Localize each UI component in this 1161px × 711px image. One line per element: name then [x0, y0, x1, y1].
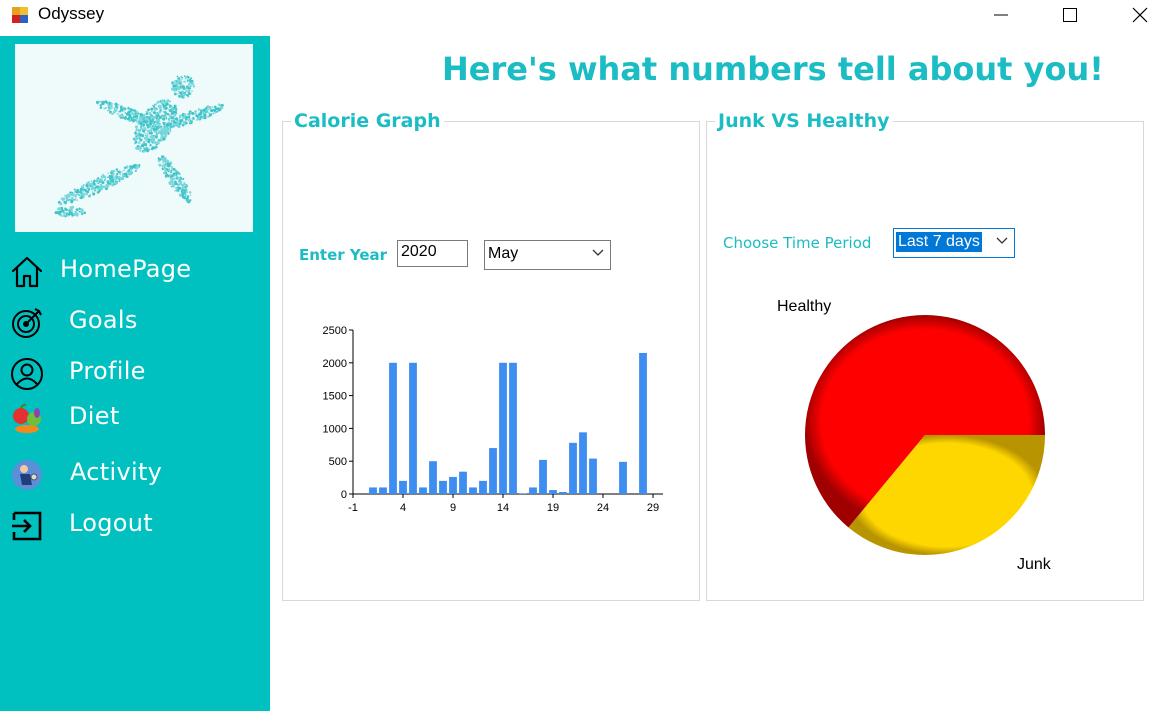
maximize-button[interactable] — [1047, 0, 1093, 30]
bar — [399, 480, 407, 494]
bar — [479, 480, 487, 494]
x-tick-label: 14 — [497, 502, 509, 514]
sidebar-item-goals[interactable]: Goals — [0, 300, 270, 344]
x-tick-label: 19 — [547, 502, 559, 514]
month-select-value: May — [488, 245, 519, 262]
x-tick-label: -1 — [348, 502, 358, 514]
logout-icon — [12, 511, 42, 541]
bar — [489, 448, 497, 494]
bar — [499, 362, 507, 494]
junk-healthy-title: Junk VS Healthy — [715, 110, 893, 132]
pie-label-junk: Junk — [1017, 556, 1052, 573]
sidebar-item-label: Activity — [70, 458, 163, 486]
bar — [509, 362, 517, 494]
bar — [389, 362, 397, 494]
sidebar-item-homepage[interactable]: HomePage — [0, 249, 270, 293]
bar — [379, 487, 387, 494]
bar — [369, 487, 377, 494]
close-icon — [1132, 7, 1148, 23]
year-label: Enter Year — [299, 246, 388, 264]
time-period-select-value: Last 7 days — [896, 232, 982, 252]
runner-image — [15, 44, 253, 232]
bar — [519, 493, 527, 494]
bar — [549, 490, 557, 494]
y-tick-label: 1000 — [323, 423, 347, 435]
sidebar-item-label: Goals — [69, 306, 138, 334]
sidebar-item-profile[interactable]: Profile — [0, 351, 270, 395]
sidebar-item-label: Profile — [69, 357, 146, 385]
chevron-down-icon — [592, 249, 604, 256]
y-tick-label: 2000 — [323, 358, 347, 370]
sidebar-item-activity[interactable]: Activity — [0, 452, 270, 496]
fruit-icon — [13, 403, 41, 433]
bar — [409, 362, 417, 494]
bar — [429, 461, 437, 494]
pie-label-healthy: Healthy — [777, 298, 831, 315]
y-tick-label: 0 — [341, 489, 347, 501]
bar — [539, 459, 547, 494]
x-tick-label: 29 — [647, 502, 659, 514]
activity-icon — [12, 460, 42, 490]
bar — [579, 432, 587, 494]
junk-healthy-group: Junk VS Healthy Choose Time Period Last … — [706, 110, 1144, 601]
bar — [459, 471, 467, 494]
minimize-icon — [994, 14, 1008, 16]
bar — [419, 487, 427, 494]
home-icon — [11, 256, 43, 288]
sidebar-item-diet[interactable]: Diet — [0, 396, 270, 440]
calorie-graph-title: Calorie Graph — [291, 110, 444, 132]
calorie-graph-group: Calorie Graph Enter Year 2020 May 0 500 10… — [282, 110, 700, 601]
bar — [449, 476, 457, 494]
y-tick-label: 500 — [329, 456, 347, 468]
window-title: Odyssey — [38, 4, 105, 23]
close-button[interactable] — [1117, 0, 1161, 30]
target-icon — [12, 308, 42, 338]
app-icon — [12, 7, 28, 23]
user-icon — [11, 358, 43, 390]
maximize-icon — [1063, 8, 1077, 22]
bar — [569, 442, 577, 494]
x-tick-label: 4 — [400, 502, 406, 514]
junk-healthy-pie-chart: Healthy Junk — [777, 298, 1052, 573]
bar — [639, 352, 647, 494]
sidebar-item-label: HomePage — [60, 255, 192, 283]
x-tick-label: 24 — [597, 502, 609, 514]
bar — [589, 458, 597, 494]
sidebar: HomePage Goals Profile Diet Activity Log… — [0, 36, 270, 711]
calorie-bar-chart: 0 500 1000 1500 2000 2500 -1 4 9 14 19 24 29 — [323, 325, 663, 514]
time-period-label: Choose Time Period — [723, 234, 872, 252]
bar — [439, 480, 447, 494]
bar — [559, 492, 567, 494]
title-bar: Odyssey — [0, 0, 1161, 30]
bar — [469, 487, 477, 494]
bar — [619, 461, 627, 494]
page-title: Here's what numbers tell about you! — [442, 50, 1104, 88]
year-input[interactable]: 2020 — [397, 240, 468, 267]
time-period-select[interactable]: Last 7 days — [893, 228, 1015, 258]
bar — [529, 487, 537, 494]
sidebar-item-logout[interactable]: Logout — [0, 503, 270, 547]
minimize-button[interactable] — [978, 0, 1024, 30]
runner-silhouette-icon — [54, 75, 224, 218]
sidebar-item-label: Diet — [69, 402, 120, 430]
sidebar-item-label: Logout — [69, 509, 153, 537]
y-tick-label: 2500 — [323, 325, 347, 337]
chevron-down-icon — [996, 237, 1008, 244]
x-tick-label: 9 — [450, 502, 456, 514]
month-select[interactable]: May — [484, 240, 611, 270]
y-tick-label: 1500 — [323, 391, 347, 403]
